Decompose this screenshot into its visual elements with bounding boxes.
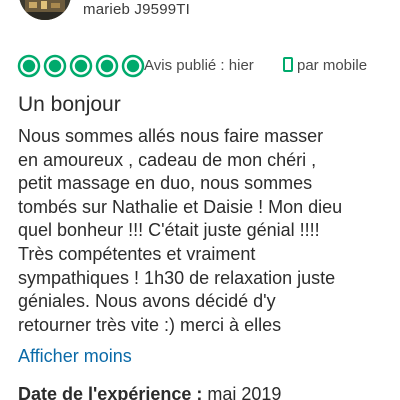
review-body: Nous sommes allés nous faire masser en am… <box>18 125 388 337</box>
rating-row: Avis publié : hier par mobile <box>17 54 392 78</box>
review-body-line: sympathiques ! 1h30 de relaxation juste <box>18 267 336 288</box>
published-date: Avis publié : hier <box>144 57 254 74</box>
review-body-line: Très compétentes et vraiment <box>18 243 256 264</box>
review-body-line: retourner très vite :) merci à elles <box>18 314 282 335</box>
experience-date: Date de l'expérience : mai 2019 <box>18 384 281 400</box>
review-body-line: Nous sommes allés nous faire masser <box>18 126 324 146</box>
mobile-phone-icon <box>283 57 293 72</box>
experience-value: mai 2019 <box>207 384 282 400</box>
username[interactable]: marieb J9599TI <box>83 1 190 18</box>
experience-label: Date de l'expérience : <box>18 384 203 400</box>
rating-bubbles <box>17 54 145 78</box>
review-header: marieb J9599TI <box>0 0 400 22</box>
review-screen: marieb J9599TI Avis publié : hier par mo… <box>0 0 400 400</box>
review-body-line: en amoureux , cadeau de mon chéri , <box>18 149 317 170</box>
rating-bubble-icon <box>121 54 145 78</box>
rating-bubble-icon <box>17 54 41 78</box>
rating-bubble-icon <box>69 54 93 78</box>
show-less-link[interactable]: Afficher moins <box>18 346 132 367</box>
review-body-line: quel bonheur !!! C'était juste génial !!… <box>18 220 320 241</box>
review-body-line: petit massage en duo, nous sommes <box>18 173 313 194</box>
avatar-photo-icon <box>19 0 71 20</box>
device-label: par mobile <box>297 57 368 74</box>
review-body-line: tombés sur Nathalie et Daisie ! Mon dieu <box>18 196 343 217</box>
avatar[interactable] <box>19 0 71 20</box>
rating-bubble-icon <box>43 54 67 78</box>
review-title: Un bonjour <box>18 93 121 116</box>
rating-bubble-icon <box>95 54 119 78</box>
review-body-line: géniales. Nous avons décidé d'y <box>18 291 276 312</box>
